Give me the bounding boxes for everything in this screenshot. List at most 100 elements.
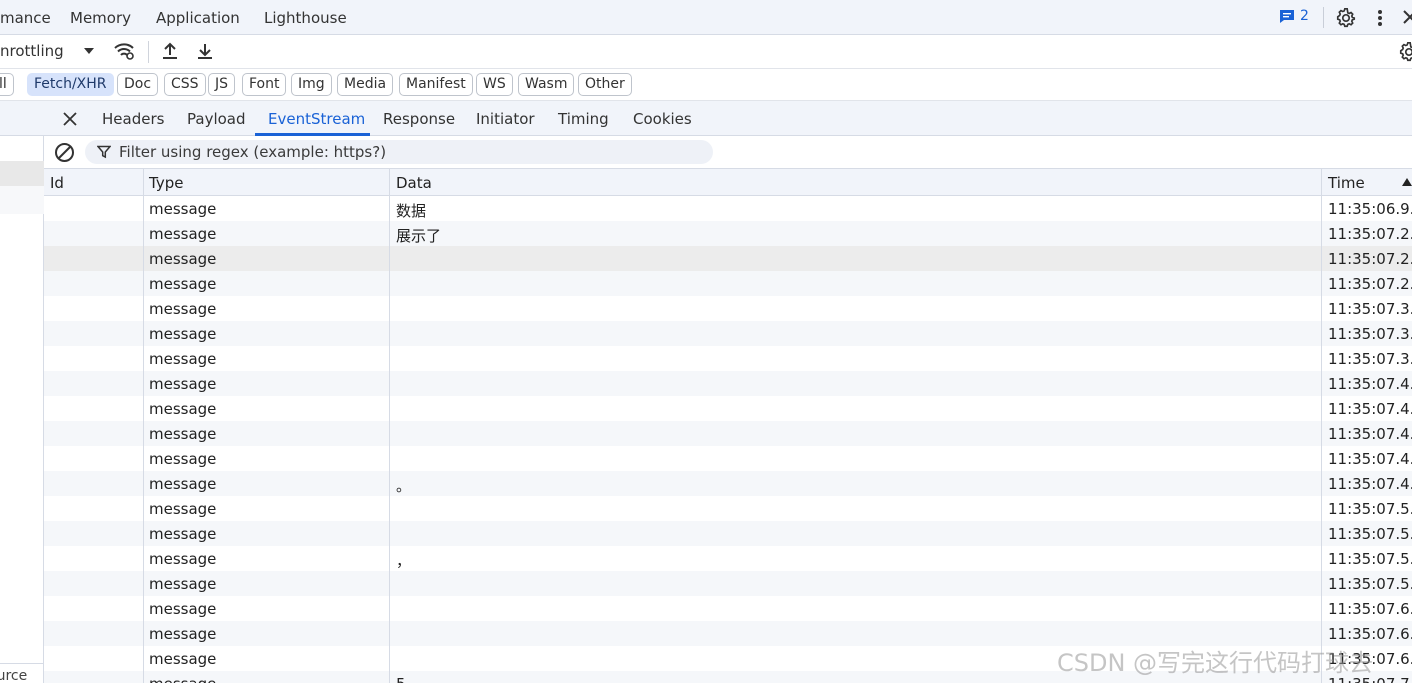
close-devtools-icon[interactable]: [1402, 9, 1412, 25]
table-row[interactable]: message 11:35:07.2...: [44, 246, 1412, 271]
wifi-settings-icon[interactable]: [113, 41, 135, 61]
cell-type: message: [149, 425, 217, 443]
cell-time: 11:35:07.6...: [1328, 625, 1412, 643]
table-row[interactable]: message 数据 11:35:06.9...: [44, 196, 1412, 221]
cell-data: ，: [396, 552, 412, 570]
column-header-data[interactable]: Data: [390, 169, 1320, 196]
cell-time: 11:35:07.2...: [1328, 225, 1412, 243]
cell-type: message: [149, 375, 217, 393]
panel-tab-performance[interactable]: mance: [0, 9, 51, 27]
download-icon[interactable]: [196, 41, 214, 61]
request-list: ource: [0, 101, 44, 683]
tab-timing[interactable]: Timing: [558, 110, 609, 128]
tab-headers[interactable]: Headers: [102, 110, 164, 128]
table-row[interactable]: message 11:35:07.5...: [44, 496, 1412, 521]
table-row[interactable]: message 11:35:07.3...: [44, 296, 1412, 321]
cell-data: [390, 571, 1320, 596]
table-row[interactable]: message 11:35:07.3...: [44, 321, 1412, 346]
issues-count: 2: [1300, 8, 1309, 24]
filter-chip-img[interactable]: Img: [291, 73, 332, 96]
cell-data: 5: [390, 671, 1320, 683]
divider: [148, 41, 149, 63]
cell-type: message: [149, 600, 217, 618]
table-row[interactable]: message 11:35:07.3...: [44, 346, 1412, 371]
table-header: Id Type Data Time: [44, 169, 1412, 196]
throttling-select[interactable]: nrottling: [0, 42, 64, 60]
table-row[interactable]: message ， 11:35:07.5...: [44, 546, 1412, 571]
request-detail-tabbar: Headers Payload EventStream Response Ini…: [44, 101, 1412, 136]
cell-data: [390, 346, 1320, 371]
clear-icon[interactable]: [54, 142, 75, 163]
filter-chip-js[interactable]: JS: [208, 73, 236, 96]
filter-chip-other[interactable]: Other: [578, 73, 632, 96]
table-row[interactable]: message 11:35:07.2...: [44, 271, 1412, 296]
message-icon: [1280, 9, 1294, 23]
gear-icon[interactable]: [1335, 7, 1357, 29]
cell-type: message: [149, 225, 217, 243]
tab-payload[interactable]: Payload: [187, 110, 246, 128]
request-row-selected[interactable]: [0, 161, 44, 186]
cell-type: message: [149, 250, 217, 268]
filter-chip-all[interactable]: ll: [0, 73, 14, 96]
tab-response[interactable]: Response: [383, 110, 455, 128]
filter-chip-manifest[interactable]: Manifest: [399, 73, 473, 96]
filter-chip-css[interactable]: CSS: [164, 73, 206, 96]
filter-chip-doc[interactable]: Doc: [117, 73, 159, 96]
cell-time: 11:35:07.6...: [1328, 650, 1412, 668]
issues-badge[interactable]: 2: [1279, 8, 1309, 24]
tab-eventstream[interactable]: EventStream: [268, 110, 365, 128]
network-settings-gear-icon[interactable]: [1398, 41, 1412, 63]
table-row[interactable]: message 11:35:07.4...: [44, 421, 1412, 446]
filter-input[interactable]: [119, 141, 699, 163]
close-icon[interactable]: [62, 111, 78, 127]
table-row[interactable]: message 11:35:07.5...: [44, 571, 1412, 596]
network-toolbar: nrottling: [0, 35, 1412, 69]
table-row[interactable]: message 11:35:07.6...: [44, 621, 1412, 646]
table-row[interactable]: message 11:35:07.5...: [44, 521, 1412, 546]
filter-chip-media[interactable]: Media: [337, 73, 394, 96]
filter-chip-ws[interactable]: WS: [476, 73, 513, 96]
tab-initiator[interactable]: Initiator: [476, 110, 535, 128]
filter-box[interactable]: [85, 140, 713, 164]
cell-type: message: [149, 650, 217, 668]
cell-type: message: [149, 525, 217, 543]
cell-time: 11:35:07.5...: [1328, 525, 1412, 543]
cell-data: [390, 296, 1320, 321]
filter-chip-fetch-xhr[interactable]: Fetch/XHR: [27, 73, 114, 96]
table-row[interactable]: message 11:35:07.4...: [44, 396, 1412, 421]
cell-data: [390, 596, 1320, 621]
cell-type: message: [149, 625, 217, 643]
table-row[interactable]: message 11:35:07.6...: [44, 646, 1412, 671]
table-row[interactable]: message 11:35:07.4...: [44, 446, 1412, 471]
divider: [1323, 7, 1324, 28]
table-row[interactable]: message511:35:07.7...: [44, 671, 1412, 683]
column-header-type[interactable]: Type: [143, 169, 389, 196]
filter-chip-font[interactable]: Font: [242, 73, 287, 96]
column-divider: [143, 169, 144, 683]
panel-tab-memory[interactable]: Memory: [70, 9, 131, 27]
table-row[interactable]: message 11:35:07.4...: [44, 371, 1412, 396]
panel-tab-application[interactable]: Application: [156, 9, 240, 27]
upload-icon[interactable]: [161, 41, 179, 61]
cell-data: [390, 321, 1320, 346]
cell-type: message: [149, 475, 217, 493]
table-row[interactable]: message 展示了 11:35:07.2...: [44, 221, 1412, 246]
cell-time: 11:35:07.7...: [1322, 671, 1412, 683]
cell-data: [390, 446, 1320, 471]
column-header-id[interactable]: Id: [44, 169, 143, 196]
panel-tabbar: mance Memory Application Lighthouse 2: [0, 0, 1412, 35]
dropdown-icon[interactable]: [83, 47, 95, 55]
cell-time: 11:35:07.2...: [1328, 250, 1412, 268]
table-row[interactable]: message 。 11:35:07.4...: [44, 471, 1412, 496]
table-row[interactable]: message 11:35:07.6...: [44, 596, 1412, 621]
cell-data: [390, 521, 1320, 546]
request-row[interactable]: [0, 186, 44, 214]
panel-tab-lighthouse[interactable]: Lighthouse: [264, 9, 347, 27]
cell-data: [390, 371, 1320, 396]
cell-type: message: [149, 450, 217, 468]
column-header-time[interactable]: Time: [1322, 169, 1412, 196]
tab-cookies[interactable]: Cookies: [633, 110, 692, 128]
kebab-icon[interactable]: [1373, 7, 1387, 29]
filter-chip-wasm[interactable]: Wasm: [518, 73, 575, 96]
cell-type: message: [149, 400, 217, 418]
